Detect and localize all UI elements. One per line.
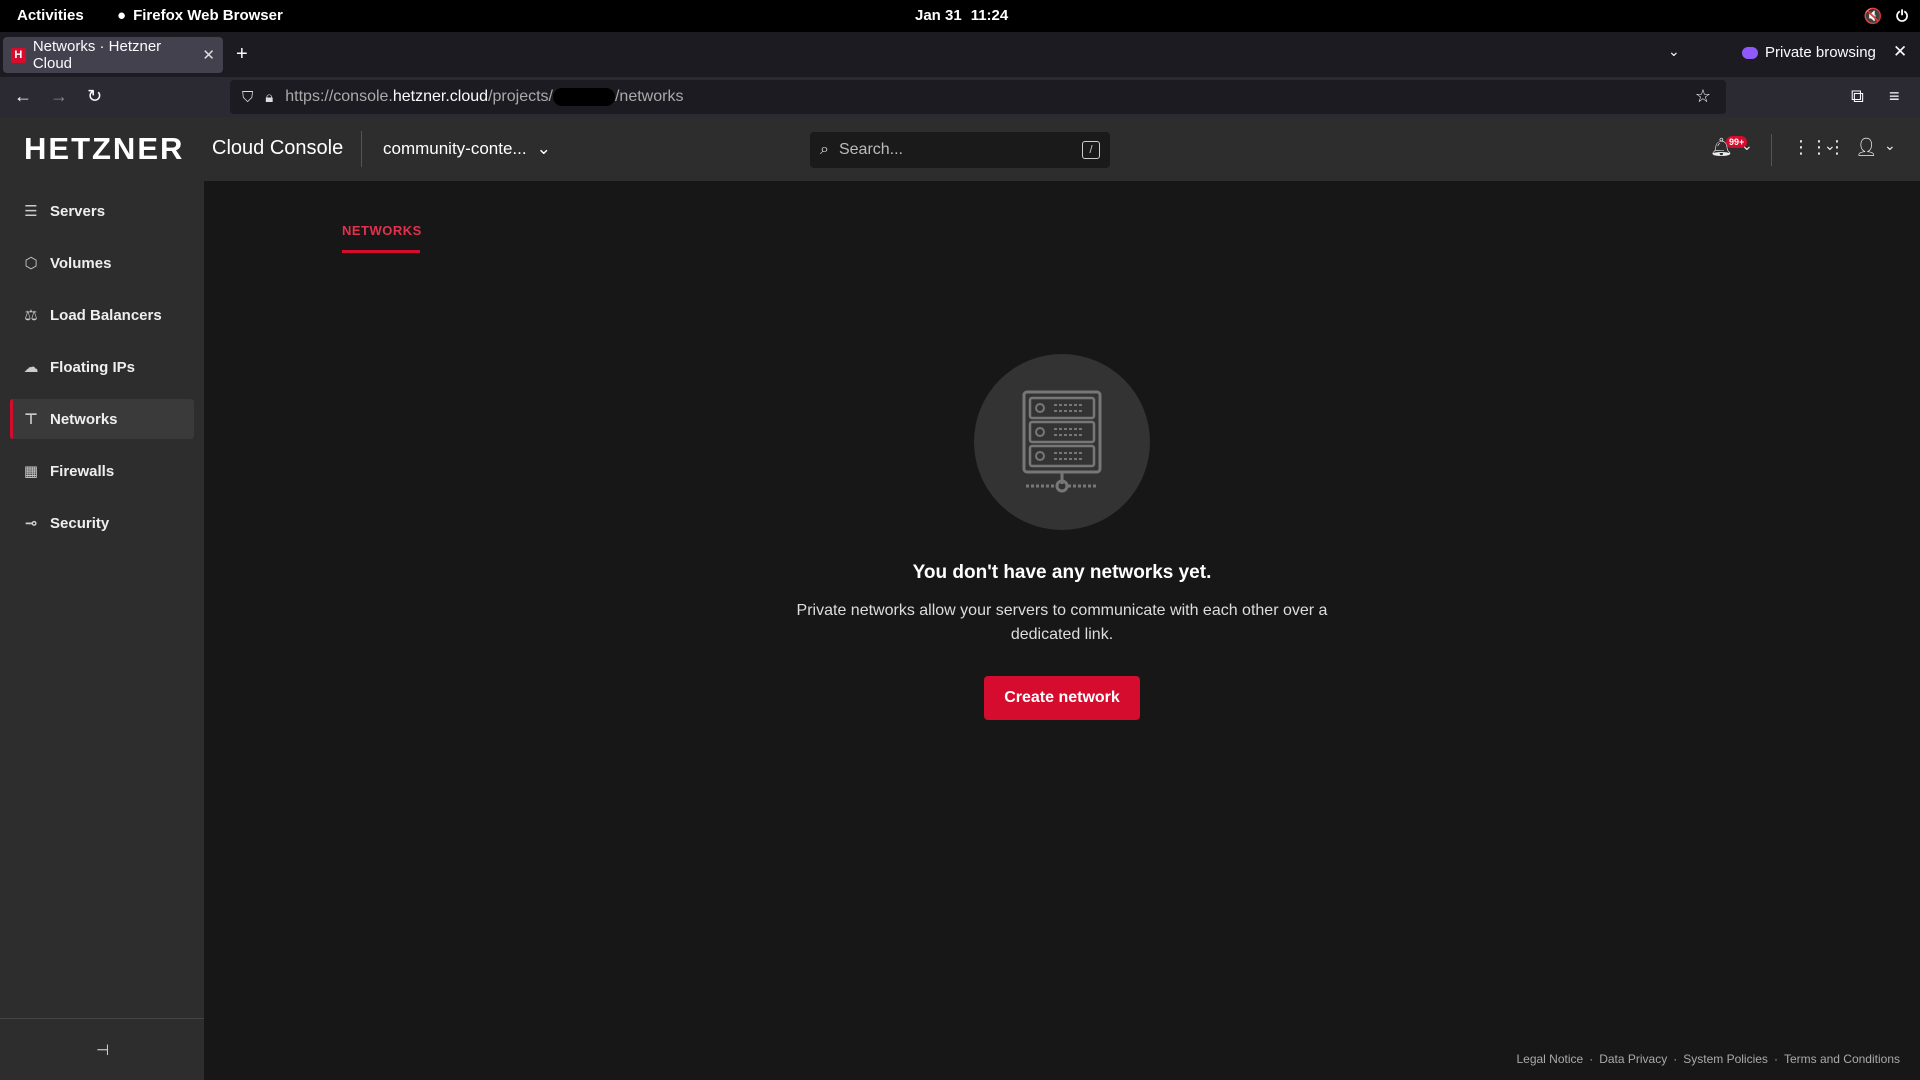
extensions-icon[interactable]: ⧉ (1851, 86, 1864, 107)
sidebar-item-firewalls[interactable]: ▦ Firewalls (10, 451, 194, 491)
empty-state-illustration (974, 354, 1150, 530)
sidebar-item-label: Load Balancers (50, 306, 162, 324)
chevron-down-icon[interactable]: ⌄ (1741, 137, 1753, 154)
url-path-end: /networks (614, 88, 684, 106)
sidebar-item-servers[interactable]: ☰ Servers (10, 191, 194, 231)
tab-close-icon[interactable]: ✕ (202, 46, 215, 64)
console-header: HETZNER Cloud Console community-conte...… (0, 117, 1920, 181)
apps-grid-icon[interactable]: ⋮⋮⋮ (1792, 137, 1846, 158)
tab-networks[interactable]: NETWORKS (342, 223, 422, 238)
header-divider (361, 131, 362, 167)
empty-state-title: You don't have any networks yet. (912, 562, 1212, 583)
reload-icon[interactable]: ↻ (87, 86, 102, 107)
search-placeholder: Search... (838, 141, 903, 158)
footer-link-data-privacy[interactable]: Data Privacy (1599, 1052, 1667, 1066)
back-icon[interactable]: ← (14, 86, 32, 107)
redacted-project-id (552, 87, 615, 106)
url-host: hetzner.cloud (392, 88, 489, 106)
main-content: NETWORKS You don't have any networks yet… (204, 181, 1920, 1080)
bookmark-star-icon[interactable]: ☆ (1695, 86, 1711, 107)
project-name: community-conte... (383, 139, 527, 158)
firewall-icon: ▦ (23, 463, 39, 480)
active-tab-indicator (342, 250, 420, 253)
pin-sidebar-icon[interactable]: ⊣ (96, 1041, 109, 1059)
url-prefix: https://console. (285, 88, 393, 106)
empty-state-description: Private networks allow your servers to c… (796, 602, 1328, 643)
footer-separator: · (1589, 1052, 1594, 1066)
forward-icon[interactable]: → (50, 86, 68, 107)
header-divider (1771, 134, 1772, 166)
window-close-icon[interactable]: ✕ (1893, 42, 1907, 62)
footer-link-system-policies[interactable]: System Policies (1683, 1052, 1768, 1066)
user-icon[interactable]: 👤︎ (1855, 137, 1878, 158)
power-icon: ⏻ (1896, 7, 1908, 25)
footer-separator: · (1773, 1052, 1778, 1066)
url-bar[interactable]: ⛉ 🔒︎ https://console.hetzner.cloud/proje… (230, 80, 1726, 114)
browser-tab[interactable]: H Networks · Hetzner Cloud ✕ (3, 37, 223, 73)
search-input[interactable]: ⌕ Search... / (810, 132, 1110, 168)
sidebar-item-security[interactable]: ⊸ Security (10, 503, 194, 543)
system-top-bar: Activities ● Firefox Web Browser Jan 31 … (0, 0, 1920, 32)
sidebar-item-label: Networks (50, 410, 118, 428)
private-browsing-label: Private browsing (1765, 44, 1876, 61)
clock[interactable]: Jan 31 11:24 (915, 7, 1008, 24)
chevron-down-icon[interactable]: ⌄ (1884, 137, 1896, 154)
floating-ip-icon: ☁ (23, 359, 39, 376)
sidebar-item-label: Volumes (50, 254, 112, 272)
sidebar-item-label: Security (50, 514, 110, 532)
hetzner-logo[interactable]: HETZNER (24, 131, 184, 167)
load-balancer-icon: ⚖ (24, 307, 38, 324)
sidebar-item-floating-ips[interactable]: ☁ Floating IPs (10, 347, 194, 387)
new-tab-icon[interactable]: + (236, 43, 248, 66)
app-name: Firefox Web Browser (133, 7, 283, 24)
sidebar-item-label: Firewalls (50, 462, 115, 480)
server-rack-icon (1022, 390, 1102, 493)
sidebar-item-load-balancers[interactable]: ⚖ Load Balancers (10, 295, 194, 335)
search-icon: ⌕ (820, 141, 829, 158)
project-selector[interactable]: community-conte... ⌄ (383, 139, 551, 159)
browser-tab-bar: H Networks · Hetzner Cloud ✕ + ⌄ Private… (0, 32, 1920, 77)
sidebar-item-volumes[interactable]: ⬡ Volumes (10, 243, 194, 283)
key-icon: ⊸ (24, 515, 38, 532)
sidebar-item-label: Servers (50, 202, 106, 220)
private-mask-icon (1742, 46, 1758, 59)
chevron-down-icon: ⌄ (536, 139, 551, 158)
firefox-icon: ● (117, 7, 127, 24)
sidebar-item-networks[interactable]: ⊤ Networks (10, 399, 194, 439)
system-tray[interactable]: 🔇 ⏻ (1863, 7, 1908, 26)
chevron-down-icon[interactable]: ⌄ (1668, 43, 1680, 60)
footer-link-terms[interactable]: Terms and Conditions (1784, 1052, 1900, 1066)
sidebar-item-label: Floating IPs (50, 358, 136, 376)
cube-icon: ⬡ (24, 255, 38, 272)
menu-icon[interactable]: ≡ (1889, 86, 1900, 107)
create-network-button[interactable]: Create network (984, 676, 1140, 720)
footer-separator: · (1673, 1052, 1678, 1066)
hetzner-favicon: H (11, 47, 26, 63)
network-icon: ⊤ (24, 411, 38, 428)
volume-muted-icon: 🔇 (1863, 8, 1883, 25)
activities-button[interactable]: Activities (17, 7, 84, 24)
tab-title: Networks · Hetzner Cloud (32, 38, 162, 72)
url-path: /projects/ (488, 88, 553, 106)
app-menu[interactable]: ● Firefox Web Browser (117, 7, 283, 24)
lock-icon[interactable]: 🔒︎ (265, 89, 273, 106)
url-text: https://console.hetzner.cloud/projects/ /… (285, 87, 684, 106)
chevron-down-icon[interactable]: ⌄ (1824, 137, 1836, 154)
clock-date: Jan 31 (915, 7, 962, 24)
footer-links: Legal Notice · Data Privacy · System Polic… (1516, 1052, 1900, 1066)
shield-icon[interactable]: ⛉ (242, 89, 253, 106)
sidebar-divider (0, 1018, 204, 1019)
server-icon: ☰ (24, 203, 38, 220)
private-browsing-indicator: Private browsing (1742, 44, 1876, 61)
product-name[interactable]: Cloud Console (212, 137, 343, 160)
sidebar: ☰ Servers ⬡ Volumes ⚖ Load Balancers ☁ F… (0, 181, 204, 1080)
footer-link-legal-notice[interactable]: Legal Notice (1516, 1052, 1583, 1066)
clock-time: 11:24 (970, 7, 1009, 24)
search-shortcut-hint: / (1082, 141, 1100, 159)
browser-nav-bar: ← → ↻ ⛉ 🔒︎ https://console.hetzner.cloud… (0, 77, 1920, 117)
